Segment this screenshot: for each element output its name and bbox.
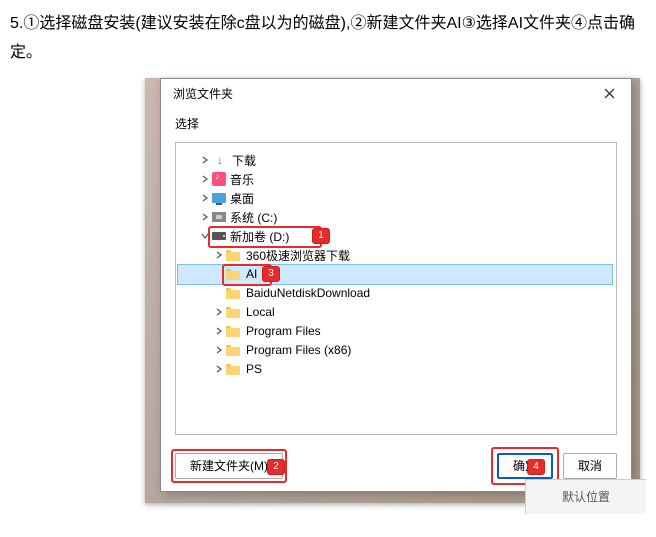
tree-item[interactable]: 新加卷 (D:) xyxy=(178,227,612,246)
folder-icon xyxy=(226,324,242,338)
close-icon xyxy=(604,88,615,99)
tree-item-label: BaiduNetdiskDownload xyxy=(246,286,370,300)
tree-item[interactable]: 音乐 xyxy=(178,170,612,189)
drive-icon xyxy=(212,212,226,222)
tree-item-label: 下载 xyxy=(232,152,256,169)
expand-icon[interactable] xyxy=(212,305,226,319)
folder-icon xyxy=(226,286,242,300)
tree-item[interactable]: Program Files xyxy=(178,322,612,341)
tree-item-label: 桌面 xyxy=(230,190,254,207)
partial-button-behind: 默认位置 xyxy=(525,479,646,514)
new-folder-button[interactable]: 新建文件夹(M) xyxy=(175,453,283,479)
tree-item-label: 系统 (C:) xyxy=(230,209,277,226)
tree-item[interactable]: AI xyxy=(178,265,612,284)
drive-icon xyxy=(212,232,226,240)
folder-tree[interactable]: ↓下载音乐桌面系统 (C:)新加卷 (D:)1360极速浏览器下载AI3Baid… xyxy=(175,142,617,435)
browse-folder-dialog: 浏览文件夹 选择 ↓下载音乐桌面系统 (C:)新加卷 (D:)1360极速浏览器… xyxy=(160,78,632,492)
cancel-button[interactable]: 取消 xyxy=(563,453,617,479)
music-icon xyxy=(212,172,226,186)
tree-item[interactable]: PS xyxy=(178,360,612,379)
tree-item-label: PS xyxy=(246,362,262,376)
folder-icon xyxy=(226,248,242,262)
expand-icon[interactable] xyxy=(212,248,226,262)
dialog-titlebar: 浏览文件夹 xyxy=(161,79,631,109)
tree-item-label: AI xyxy=(246,267,257,281)
tree-item[interactable]: 桌面 xyxy=(178,189,612,208)
expand-icon[interactable] xyxy=(198,153,212,167)
tree-item[interactable]: 系统 (C:) xyxy=(178,208,612,227)
expand-icon[interactable] xyxy=(212,343,226,357)
tree-item[interactable]: BaiduNetdiskDownload xyxy=(178,284,612,303)
expand-icon[interactable] xyxy=(212,362,226,376)
tree-item-label: Program Files (x86) xyxy=(246,343,351,357)
ok-button[interactable]: 确定 xyxy=(497,453,553,479)
folder-icon xyxy=(226,362,242,376)
tree-item-label: Program Files xyxy=(246,324,321,338)
folder-icon xyxy=(226,343,242,357)
tree-item[interactable]: ↓ 下载 xyxy=(178,151,612,170)
expand-icon[interactable] xyxy=(198,229,212,243)
expand-icon[interactable] xyxy=(198,191,212,205)
folder-icon xyxy=(226,267,242,281)
expand-icon[interactable] xyxy=(212,324,226,338)
dialog-prompt: 选择 xyxy=(161,109,631,138)
dialog-title: 浏览文件夹 xyxy=(173,85,595,102)
tree-item-label: Local xyxy=(246,305,275,319)
instruction-text: 5.①选择磁盘安装(建议安装在除c盘以为的磁盘),②新建文件夹AI③选择AI文件… xyxy=(10,10,646,68)
tree-item-label: 新加卷 (D:) xyxy=(230,228,289,245)
desktop-icon xyxy=(212,193,226,203)
close-button[interactable] xyxy=(595,86,623,102)
tree-item[interactable]: Local xyxy=(178,303,612,322)
download-icon: ↓ xyxy=(212,153,228,167)
tree-item[interactable]: Program Files (x86) xyxy=(178,341,612,360)
tree-item-label: 360极速浏览器下载 xyxy=(246,247,350,264)
expand-icon[interactable] xyxy=(198,210,212,224)
expand-icon[interactable] xyxy=(198,172,212,186)
tree-item[interactable]: 360极速浏览器下载 xyxy=(178,246,612,265)
tree-item-label: 音乐 xyxy=(230,171,254,188)
folder-icon xyxy=(226,305,242,319)
